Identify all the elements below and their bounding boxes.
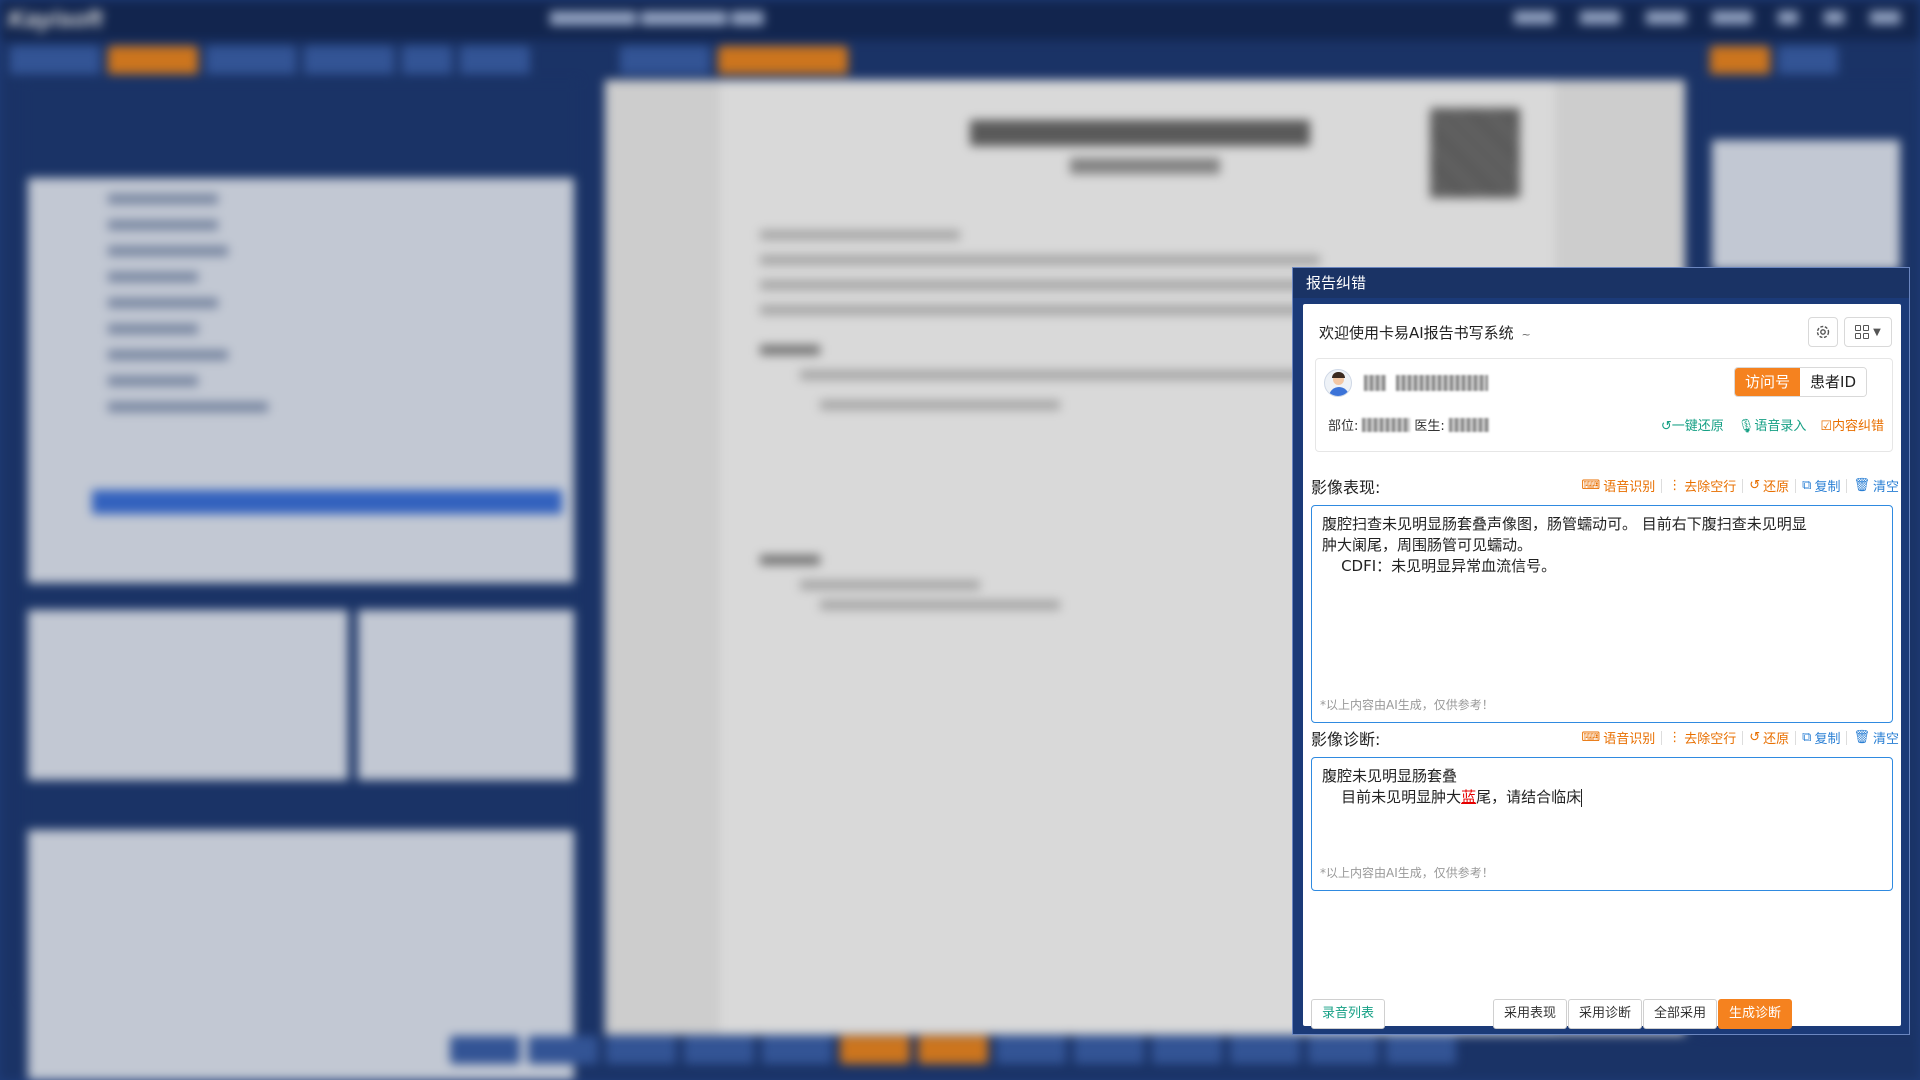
diagnosis-toolbar: ⌨ 语音识别 ⋮ 去除空行 ↺ 还原 ⧉ 复制 🗑 清空	[1581, 728, 1899, 747]
patient-id-toggle[interactable]: 患者ID	[1800, 368, 1866, 396]
adopt-diagnosis-button[interactable]: 采用诊断	[1568, 999, 1643, 1029]
diagnosis-text-line: 腹腔未见明显肠套叠	[1322, 767, 1458, 785]
remove-blank-lines-icon: ⋮	[1668, 478, 1682, 493]
findings-text-line: 肿大阑尾，周围肠管可见蠕动。	[1322, 536, 1533, 554]
welcome-caret: ~	[1521, 328, 1531, 341]
findings-text-line: 腹腔扫查未见明显肠套叠声像图，肠管蠕动可。 目前右下腹扫查未见明显	[1322, 515, 1807, 533]
findings-restore-button[interactable]: ↺ 还原	[1749, 476, 1789, 495]
undo-icon: ↺	[1660, 419, 1672, 434]
findings-textarea[interactable]: 腹腔扫查未见明显肠套叠声像图，肠管蠕动可。 目前右下腹扫查未见明显 肿大阑尾，周…	[1311, 505, 1893, 723]
voice-recognition-icon: ⌨	[1581, 478, 1601, 493]
findings-clear-button[interactable]: 🗑 清空	[1853, 476, 1899, 495]
copy-icon: ⧉	[1802, 478, 1812, 493]
doctor-value-masked	[1448, 417, 1489, 432]
dialog-title: 报告纠错	[1293, 268, 1909, 298]
undo-icon: ↺	[1749, 730, 1761, 745]
patient-actions: ↺一键还原 🎙语音录入 ☑内容纠错	[1661, 415, 1884, 434]
settings-button[interactable]	[1808, 317, 1838, 347]
diagnosis-copy-button[interactable]: ⧉ 复制	[1802, 728, 1840, 747]
findings-text-line: CDFI：未见明显异常血流信号。	[1322, 557, 1557, 575]
body-part-label: 部位:	[1328, 419, 1359, 434]
microphone-icon: 🎙	[1737, 419, 1755, 434]
content-correction-button[interactable]: ☑内容纠错	[1820, 415, 1884, 434]
trash-icon: 🗑	[1853, 730, 1870, 745]
report-correction-dialog: 报告纠错 欢迎使用卡易AI报告书写系统 ~ ▼ 访问号 患者ID 部位: 医生:…	[1292, 267, 1910, 1035]
checkbox-edit-icon: ☑	[1820, 419, 1832, 434]
dialog-body: 欢迎使用卡易AI报告书写系统 ~ ▼ 访问号 患者ID 部位: 医生: ↺一键还…	[1303, 304, 1901, 1029]
diagnosis-clear-button[interactable]: 🗑 清空	[1853, 728, 1899, 747]
diagnosis-remove-blank-lines-button[interactable]: ⋮ 去除空行	[1668, 728, 1736, 747]
patient-meta: 部位: 医生:	[1328, 415, 1489, 434]
id-type-toggle: 访问号 患者ID	[1734, 367, 1867, 397]
patient-identity-masked	[1364, 375, 1489, 391]
one-click-restore-button[interactable]: ↺一键还原	[1661, 415, 1724, 434]
text-cursor	[1581, 788, 1583, 807]
diagnosis-textarea[interactable]: 腹腔未见明显肠套叠 目前未见明显肿大蓝尾，请结合临床 *以上内容由AI生成，仅供…	[1311, 757, 1893, 891]
findings-label: 影像表现:	[1311, 478, 1381, 497]
spelling-error-highlight[interactable]: 蓝	[1461, 788, 1476, 806]
findings-remove-blank-lines-button[interactable]: ⋮ 去除空行	[1668, 476, 1736, 495]
generate-diagnosis-button[interactable]: 生成诊断	[1718, 999, 1793, 1029]
findings-voice-recognition-button[interactable]: ⌨ 语音识别	[1581, 476, 1655, 495]
recording-list-button[interactable]: 录音列表	[1311, 999, 1386, 1029]
diagnosis-label: 影像诊断:	[1311, 730, 1381, 749]
voice-recognition-icon: ⌨	[1581, 730, 1601, 745]
layout-menu-button[interactable]: ▼	[1844, 317, 1892, 347]
findings-toolbar: ⌨ 语音识别 ⋮ 去除空行 ↺ 还原 ⧉ 复制 🗑 清空	[1581, 476, 1899, 495]
body-part-value-masked	[1362, 417, 1411, 432]
undo-icon: ↺	[1749, 478, 1761, 493]
gear-icon	[1816, 325, 1830, 339]
remove-blank-lines-icon: ⋮	[1668, 730, 1682, 745]
avatar	[1324, 369, 1352, 397]
voice-input-button[interactable]: 🎙语音录入	[1738, 415, 1807, 434]
diagnosis-ai-note: *以上内容由AI生成，仅供参考！	[1320, 866, 1494, 880]
trash-icon: 🗑	[1853, 478, 1870, 493]
visit-number-toggle[interactable]: 访问号	[1735, 368, 1801, 396]
welcome-dropdown[interactable]: 欢迎使用卡易AI报告书写系统 ~	[1319, 322, 1531, 343]
diagnosis-voice-recognition-button[interactable]: ⌨ 语音识别	[1581, 728, 1655, 747]
diagnosis-restore-button[interactable]: ↺ 还原	[1749, 728, 1789, 747]
findings-copy-button[interactable]: ⧉ 复制	[1802, 476, 1840, 495]
welcome-text: 欢迎使用卡易AI报告书写系统	[1319, 324, 1514, 342]
diagnosis-text-line: 目前未见明显肿大蓝尾，请结合临床	[1322, 788, 1583, 807]
adopt-findings-button[interactable]: 采用表现	[1493, 999, 1568, 1029]
grid-icon	[1855, 325, 1870, 339]
findings-ai-note: *以上内容由AI生成，仅供参考！	[1320, 698, 1494, 712]
doctor-label: 医生:	[1414, 419, 1445, 434]
caret-down-icon: ▼	[1873, 326, 1881, 338]
patient-card: 访问号 患者ID 部位: 医生: ↺一键还原 🎙语音录入 ☑内容纠错	[1315, 358, 1893, 452]
copy-icon: ⧉	[1802, 730, 1812, 745]
adopt-all-button[interactable]: 全部采用	[1643, 999, 1718, 1029]
